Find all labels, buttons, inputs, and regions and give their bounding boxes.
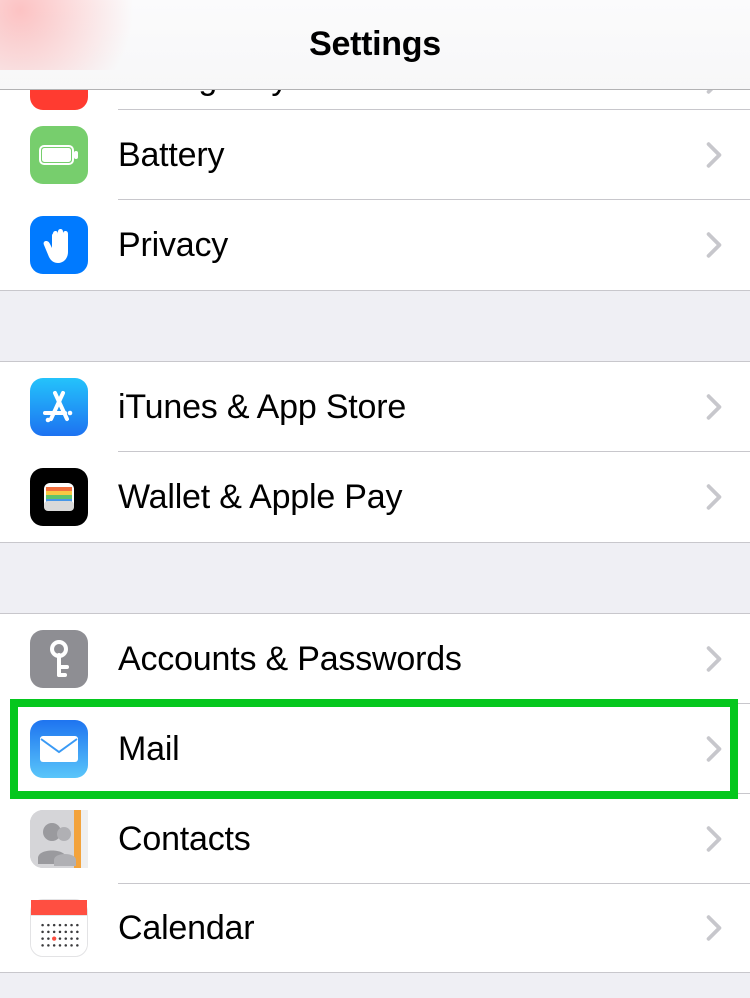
settings-group-accounts: Accounts & Passwords Mail: [0, 613, 750, 973]
sos-icon: [30, 90, 88, 110]
mail-icon: [30, 720, 88, 778]
chevron-right-icon: [706, 736, 750, 762]
chevron-right-icon: [706, 232, 750, 258]
chevron-right-icon: [706, 484, 750, 510]
nav-header: Settings: [0, 0, 750, 90]
settings-row-label: Battery: [88, 136, 706, 175]
settings-row-mail[interactable]: Mail: [0, 704, 750, 794]
settings-row-contacts[interactable]: Contacts: [0, 794, 750, 884]
settings-row-privacy[interactable]: Privacy: [0, 200, 750, 290]
chevron-right-icon: [706, 394, 750, 420]
decoration-glow: [0, 0, 170, 70]
settings-group-general: Emergency SOS Battery Privacy: [0, 90, 750, 291]
settings-group-store: iTunes & App Store Wallet & Apple Pay: [0, 361, 750, 543]
settings-row-wallet-applepay[interactable]: Wallet & Apple Pay: [0, 452, 750, 542]
settings-row-emergency-sos[interactable]: Emergency SOS: [0, 90, 750, 110]
appstore-icon: [30, 378, 88, 436]
wallet-icon: [30, 468, 88, 526]
settings-row-label: Privacy: [88, 226, 706, 265]
settings-row-accounts-passwords[interactable]: Accounts & Passwords: [0, 614, 750, 704]
privacy-hand-icon: [30, 216, 88, 274]
key-icon: [30, 630, 88, 688]
settings-row-label: Calendar: [88, 909, 706, 948]
chevron-right-icon: [706, 646, 750, 672]
calendar-icon: [30, 899, 88, 957]
settings-row-label: Contacts: [88, 820, 706, 859]
settings-row-label: Accounts & Passwords: [88, 640, 706, 679]
chevron-right-icon: [706, 90, 750, 94]
battery-icon: [30, 126, 88, 184]
page-title: Settings: [309, 25, 441, 64]
settings-row-label: Wallet & Apple Pay: [88, 478, 706, 517]
contacts-icon: [30, 810, 88, 868]
settings-row-label: Emergency SOS: [88, 90, 706, 98]
settings-row-label: iTunes & App Store: [88, 388, 706, 427]
settings-row-calendar[interactable]: Calendar: [0, 884, 750, 972]
settings-row-itunes-appstore[interactable]: iTunes & App Store: [0, 362, 750, 452]
settings-row-label: Mail: [88, 730, 706, 769]
chevron-right-icon: [706, 915, 750, 941]
settings-row-battery[interactable]: Battery: [0, 110, 750, 200]
chevron-right-icon: [706, 826, 750, 852]
chevron-right-icon: [706, 142, 750, 168]
